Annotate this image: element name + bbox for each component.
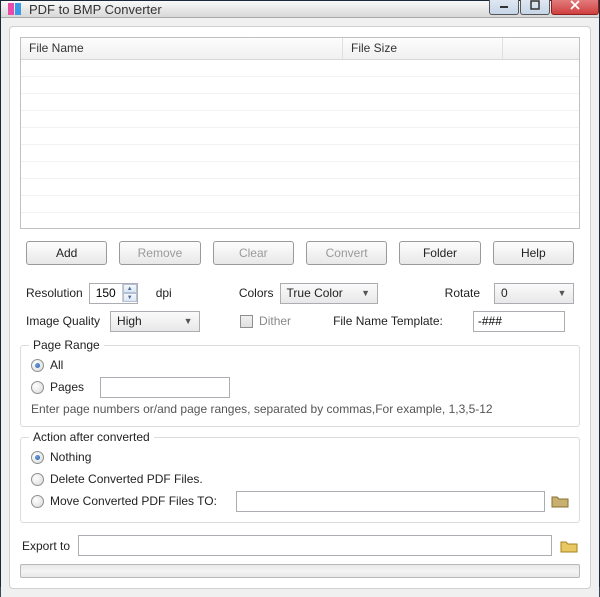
action-nothing-label: Nothing [50, 450, 91, 464]
page-range-title: Page Range [29, 338, 104, 352]
page-range-hint: Enter page numbers or/and page ranges, s… [31, 402, 569, 416]
clear-button[interactable]: Clear [213, 241, 294, 265]
convert-button[interactable]: Convert [306, 241, 387, 265]
action-nothing-radio[interactable] [31, 451, 44, 464]
action-move-radio[interactable] [31, 495, 44, 508]
list-row [21, 60, 579, 77]
page-range-pages-radio[interactable] [31, 381, 44, 394]
colors-value: True Color [287, 286, 359, 300]
add-button[interactable]: Add [26, 241, 107, 265]
resolution-label: Resolution [26, 286, 83, 300]
export-row: Export to [20, 535, 580, 556]
action-move-label: Move Converted PDF Files TO: [50, 494, 230, 508]
column-filesize[interactable]: File Size [343, 38, 503, 59]
progress-bar [20, 564, 580, 578]
resolution-up[interactable]: ▲ [123, 284, 137, 293]
rotate-value: 0 [501, 286, 555, 300]
action-delete-label: Delete Converted PDF Files. [50, 472, 203, 486]
list-row [21, 196, 579, 213]
dither-label: Dither [259, 314, 291, 328]
action-move-input[interactable] [236, 491, 545, 512]
list-row [21, 162, 579, 179]
export-input[interactable] [78, 535, 552, 556]
main-panel: File Name File Size Add [9, 26, 591, 589]
filename-template-label: File Name Template: [333, 314, 443, 328]
file-list[interactable]: File Name File Size [20, 37, 580, 229]
titlebar[interactable]: PDF to BMP Converter [1, 1, 599, 18]
resolution-down[interactable]: ▼ [123, 293, 137, 302]
list-row [21, 128, 579, 145]
column-extra[interactable] [503, 38, 579, 59]
dither-checkbox[interactable] [240, 315, 253, 328]
colors-label: Colors [239, 286, 274, 300]
chevron-down-icon: ▼ [555, 288, 569, 298]
page-range-pages-label: Pages [50, 380, 94, 394]
resolution-spinner[interactable]: ▲ ▼ [89, 283, 138, 304]
action-title: Action after converted [29, 430, 154, 444]
app-window: PDF to BMP Converter File Name File Size [0, 0, 600, 587]
list-row [21, 145, 579, 162]
settings-area: Resolution ▲ ▼ dpi Colors True Color ▼ [20, 279, 580, 335]
list-body[interactable] [21, 60, 579, 228]
maximize-button[interactable] [520, 0, 550, 15]
image-quality-label: Image Quality [26, 314, 100, 328]
filename-template-input[interactable] [473, 311, 565, 332]
list-header: File Name File Size [21, 38, 579, 60]
resolution-unit: dpi [156, 286, 172, 300]
button-row: Add Remove Clear Convert Folder Help [20, 241, 580, 265]
minimize-button[interactable] [489, 0, 519, 15]
image-quality-select[interactable]: High ▼ [110, 311, 200, 332]
list-row [21, 77, 579, 94]
page-range-pages-input[interactable] [100, 377, 230, 398]
list-row [21, 111, 579, 128]
window-controls [489, 0, 599, 15]
rotate-label: Rotate [445, 286, 480, 300]
close-button[interactable] [551, 0, 599, 15]
browse-move-folder-icon[interactable] [551, 493, 569, 509]
page-range-group: Page Range All Pages Enter page numbers … [20, 345, 580, 427]
image-quality-value: High [117, 314, 181, 328]
action-group: Action after converted Nothing Delete Co… [20, 437, 580, 523]
client-area: File Name File Size Add [1, 18, 599, 597]
action-delete-radio[interactable] [31, 473, 44, 486]
export-label: Export to [22, 539, 70, 553]
page-range-all-label: All [50, 358, 63, 372]
folder-button[interactable]: Folder [399, 241, 480, 265]
list-row [21, 179, 579, 196]
rotate-select[interactable]: 0 ▼ [494, 283, 574, 304]
page-range-all-radio[interactable] [31, 359, 44, 372]
remove-button[interactable]: Remove [119, 241, 200, 265]
colors-select[interactable]: True Color ▼ [280, 283, 378, 304]
resolution-input[interactable] [90, 284, 122, 302]
chevron-down-icon: ▼ [181, 316, 195, 326]
help-button[interactable]: Help [493, 241, 574, 265]
list-row [21, 94, 579, 111]
column-filename[interactable]: File Name [21, 38, 343, 59]
window-title: PDF to BMP Converter [29, 2, 489, 17]
app-icon [7, 1, 23, 17]
browse-export-folder-icon[interactable] [560, 538, 578, 554]
chevron-down-icon: ▼ [359, 288, 373, 298]
